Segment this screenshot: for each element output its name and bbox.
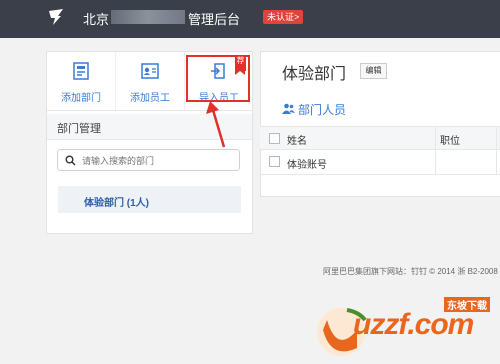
edit-button[interactable]: 编辑 (360, 63, 387, 79)
watermark-brand: uzzf.com (353, 308, 474, 341)
add-department-button[interactable]: 添加部门 (47, 52, 115, 110)
users-icon (282, 103, 295, 114)
department-search-input[interactable] (80, 152, 234, 170)
members-heading-label: 部门人员 (298, 103, 347, 117)
org-title-prefix: 北京 (83, 12, 110, 27)
department-title: 体验部门 (282, 66, 347, 83)
column-header-position: 职位 (440, 136, 460, 147)
column-divider (496, 127, 497, 149)
add-employee-button[interactable]: 添加员工 (115, 52, 184, 110)
column-divider (435, 127, 436, 149)
add-employee-icon (141, 63, 159, 79)
add-employee-label: 添加员工 (130, 93, 170, 104)
department-management-title: 部门管理 (57, 123, 101, 135)
column-header-name: 姓名 (287, 136, 307, 147)
department-search[interactable] (57, 149, 240, 171)
dingtalk-logo-icon[interactable] (46, 7, 66, 27)
top-header: 北京 管理后台 未认证> (0, 0, 500, 38)
member-name: 体验账号 (287, 160, 327, 171)
department-management-header: 部门管理 (47, 114, 252, 140)
department-list-item-label: 体验部门 (1人) (84, 198, 149, 209)
members-table-header: 姓名 职位 (260, 126, 500, 150)
table-row[interactable]: 体验账号 (260, 149, 500, 175)
org-title-suffix: 管理后台 (188, 12, 241, 27)
org-name-redacted (111, 10, 185, 24)
unverified-badge[interactable]: 未认证> (263, 10, 304, 24)
search-icon (65, 155, 76, 166)
row-checkbox[interactable] (269, 156, 280, 167)
column-divider (496, 149, 497, 174)
footer-copyright: 阿里巴巴集团旗下网站：钉钉 © 2014 浙 B2-2008 (323, 267, 498, 276)
watermark-tag: 东坡下载 (444, 297, 490, 312)
add-department-label: 添加部门 (61, 93, 101, 104)
select-all-checkbox[interactable] (269, 133, 280, 144)
recommend-ribbon: 荐 (235, 55, 246, 75)
column-divider (435, 149, 436, 174)
add-department-icon (73, 62, 89, 80)
department-list-item[interactable]: 体验部门 (1人) (58, 186, 241, 213)
